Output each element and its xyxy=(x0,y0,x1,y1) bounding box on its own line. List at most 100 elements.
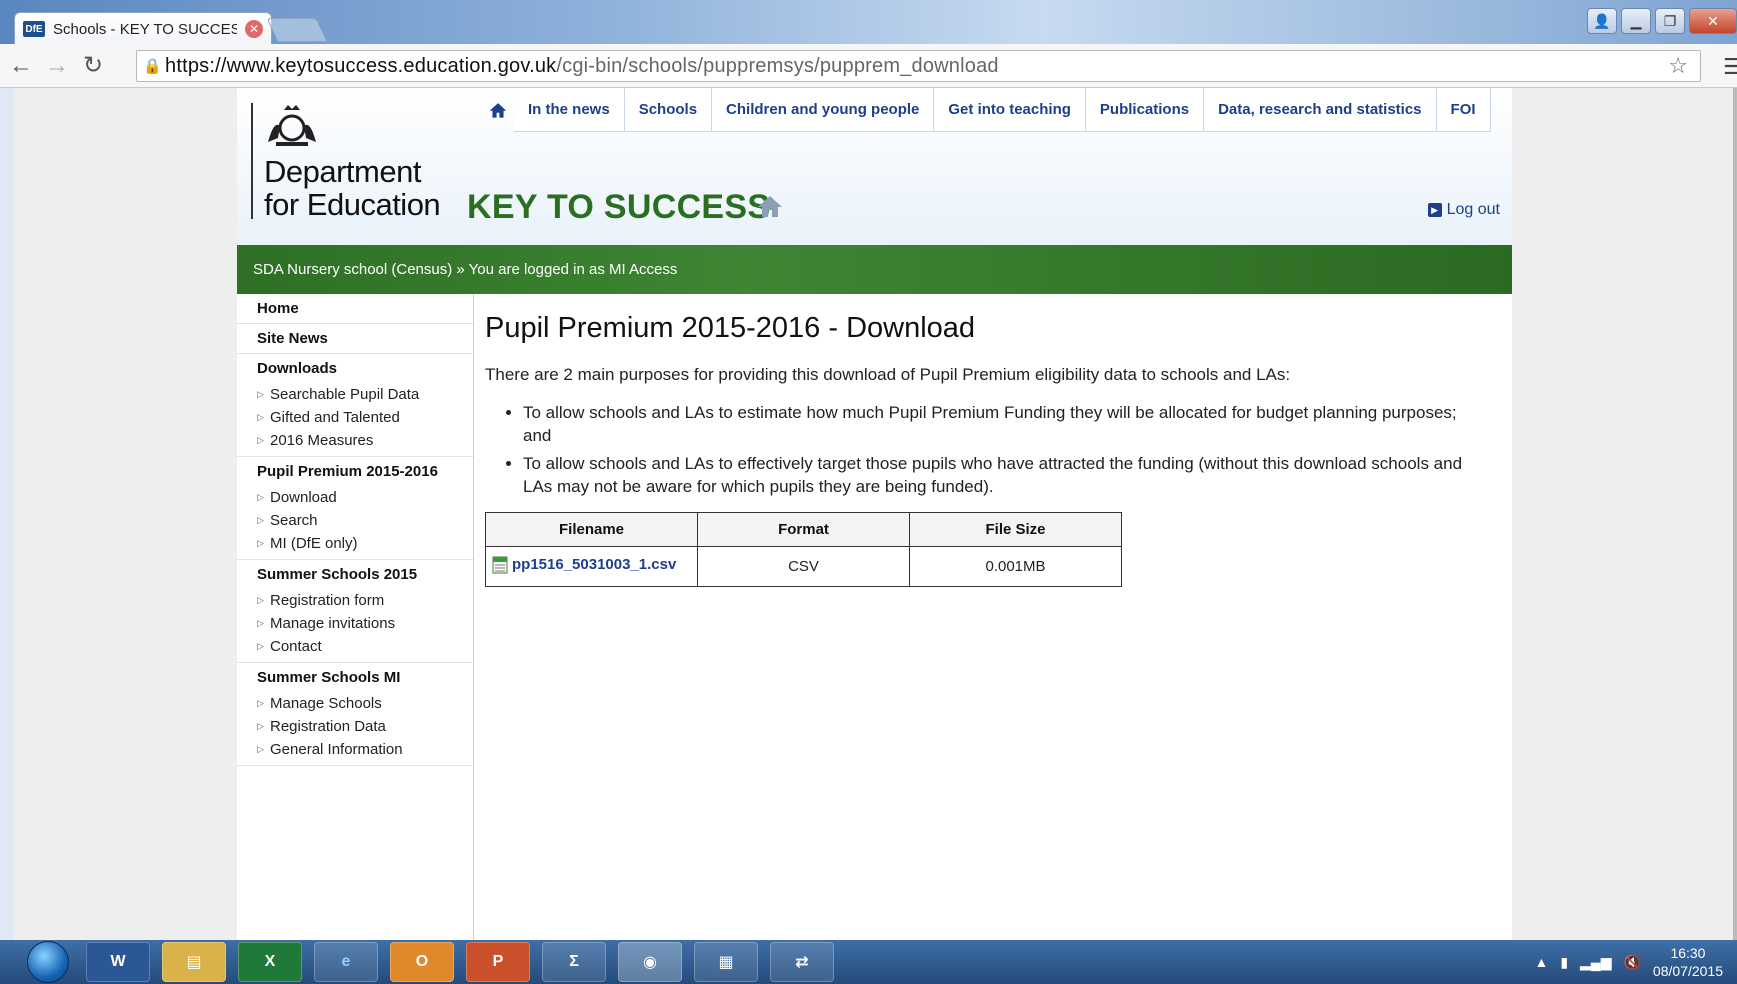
sidebar-item-2016-measures[interactable]: ▷ 2016 Measures xyxy=(237,429,473,452)
url-host: https://www.keytosuccess.education.gov.u… xyxy=(165,54,557,77)
nav-foi[interactable]: FOI xyxy=(1436,88,1491,132)
remote-app-icon[interactable]: ▦ xyxy=(694,942,758,982)
internet-explorer-icon[interactable]: e xyxy=(314,942,378,982)
sidebar-item-label: 2016 Measures xyxy=(270,432,374,449)
close-window-icon[interactable]: ✕ xyxy=(1689,8,1737,34)
dept-line-1: Department xyxy=(264,154,421,189)
nav-children-young-people[interactable]: Children and young people xyxy=(712,88,935,132)
triangle-right-icon: ▷ xyxy=(257,538,264,548)
minimize-icon[interactable]: ▁ xyxy=(1621,8,1651,34)
tab-title: Schools - KEY TO SUCCES xyxy=(53,20,237,38)
list-item: To allow schools and LAs to effectively … xyxy=(523,452,1485,498)
sidebar: Home Site News Downloads ▷ Searchable Pup… xyxy=(237,294,474,940)
crest-divider xyxy=(251,103,253,219)
purposes-list: To allow schools and LAs to estimate how… xyxy=(485,401,1485,498)
menu-icon[interactable]: ☰ xyxy=(1723,54,1737,80)
url-input[interactable]: 🔒 https://www.keytosuccess.education.gov… xyxy=(136,50,1701,82)
site-title[interactable]: KEY TO SUCCESS xyxy=(467,188,770,227)
user-profile-icon[interactable]: 👤 xyxy=(1587,8,1617,34)
page-title: Pupil Premium 2015-2016 - Download xyxy=(485,312,976,344)
sidebar-item-home[interactable]: Home xyxy=(237,294,473,324)
word-icon[interactable]: W xyxy=(86,942,150,982)
nav-get-into-teaching[interactable]: Get into teaching xyxy=(934,88,1086,132)
chrome-icon[interactable]: ◉ xyxy=(618,942,682,982)
start-button[interactable] xyxy=(22,940,74,984)
site-header: Department for Education KEY TO SUCCESS … xyxy=(237,88,1512,245)
scrollbar[interactable] xyxy=(1733,88,1737,940)
sidebar-item-gifted-talented[interactable]: ▷ Gifted and Talented xyxy=(237,406,473,429)
outlook-icon[interactable]: O xyxy=(390,942,454,982)
forward-arrow-icon[interactable]: → xyxy=(42,51,72,81)
triangle-right-icon: ▷ xyxy=(257,698,264,708)
sidebar-heading-downloads[interactable]: Downloads xyxy=(237,354,473,383)
window-controls: 👤 ▁ ❐ ✕ xyxy=(1587,8,1737,34)
royal-crest-icon xyxy=(268,105,316,146)
clock-date: 08/07/2015 xyxy=(1652,963,1723,979)
triangle-right-icon: ▷ xyxy=(257,492,264,502)
new-tab-button[interactable] xyxy=(266,18,328,42)
triangle-right-icon: ▷ xyxy=(257,744,264,754)
triangle-right-icon: ▷ xyxy=(257,595,264,605)
header-file-size: File Size xyxy=(909,512,1122,547)
sidebar-item-search[interactable]: ▷ Search xyxy=(237,509,473,532)
logout-label: Log out xyxy=(1446,201,1500,218)
home-icon[interactable] xyxy=(757,194,783,218)
sidebar-item-searchable-pupil-data[interactable]: ▷ Searchable Pupil Data xyxy=(237,383,473,406)
sync-app-icon[interactable]: ⇄ xyxy=(770,942,834,982)
power-icon[interactable]: ▮ xyxy=(1560,954,1568,971)
maximize-icon[interactable]: ❐ xyxy=(1655,8,1685,34)
sidebar-heading-summer-schools[interactable]: Summer Schools 2015 xyxy=(237,560,473,589)
csv-file-icon xyxy=(492,556,508,573)
sidebar-item-general-information[interactable]: ▷ General Information xyxy=(237,738,473,761)
clock-time: 16:30 xyxy=(1670,945,1706,961)
show-hidden-icons-icon[interactable]: ▲ xyxy=(1534,954,1548,970)
sidebar-heading-pupil-premium[interactable]: Pupil Premium 2015-2016 xyxy=(237,457,473,486)
triangle-right-icon: ▷ xyxy=(257,618,264,628)
dfe-favicon-icon: DfE xyxy=(23,21,45,37)
url-text: https://www.keytosuccess.education.gov.u… xyxy=(165,55,999,78)
nav-publications[interactable]: Publications xyxy=(1085,88,1205,132)
nav-schools[interactable]: Schools xyxy=(624,88,713,132)
file-explorer-icon[interactable]: ▤ xyxy=(162,942,226,982)
login-status-bar: SDA Nursery school (Census) » You are lo… xyxy=(237,245,1512,294)
nav-data-research-statistics[interactable]: Data, research and statistics xyxy=(1204,88,1437,132)
sidebar-item-download[interactable]: ▷ Download xyxy=(237,486,473,509)
clock[interactable]: 16:30 08/07/2015 xyxy=(1653,944,1723,980)
triangle-right-icon: ▷ xyxy=(257,435,264,445)
nav-in-the-news[interactable]: In the news xyxy=(514,88,625,132)
file-size-cell: 0.001MB xyxy=(909,546,1122,587)
volume-muted-icon[interactable]: 🔇 xyxy=(1623,954,1640,971)
system-tray: ▲ ▮ ▂▄▆ 🔇 16:30 08/07/2015 xyxy=(1534,940,1737,984)
back-arrow-icon[interactable]: ← xyxy=(6,51,36,81)
header-filename: Filename xyxy=(485,512,698,547)
close-tab-icon[interactable]: ✕ xyxy=(245,20,263,38)
powerpoint-icon[interactable]: P xyxy=(466,942,530,982)
bookmark-star-icon[interactable]: ☆ xyxy=(1668,53,1688,79)
sidebar-item-manage-schools[interactable]: ▷ Manage Schools xyxy=(237,692,473,715)
sidebar-item-contact[interactable]: ▷ Contact xyxy=(237,635,473,658)
table-row: pp1516_5031003_1.csv CSV 0.001MB xyxy=(485,546,1122,587)
csv-download-link[interactable]: pp1516_5031003_1.csv xyxy=(492,556,676,574)
excel-icon[interactable]: X xyxy=(238,942,302,982)
url-path: /cgi-bin/schools/puppremsys/pupprem_down… xyxy=(556,54,999,77)
logout-link[interactable]: ▶ Log out xyxy=(1427,201,1500,219)
network-signal-icon[interactable]: ▂▄▆ xyxy=(1580,954,1611,971)
header-format: Format xyxy=(697,512,910,547)
sidebar-item-manage-invitations[interactable]: ▷ Manage invitations xyxy=(237,612,473,635)
main-content: Pupil Premium 2015-2016 - Download There… xyxy=(485,294,1485,587)
browser-chrome: DfE Schools - KEY TO SUCCES ✕ 👤 ▁ ❐ ✕ ← … xyxy=(0,0,1737,88)
sigma-app-icon[interactable]: Σ xyxy=(542,942,606,982)
department-name[interactable]: Department for Education xyxy=(264,154,441,221)
sidebar-item-registration-form[interactable]: ▷ Registration form xyxy=(237,589,473,612)
nav-home-icon[interactable] xyxy=(482,88,514,132)
reload-icon[interactable]: ↻ xyxy=(78,51,108,81)
page-container: Department for Education KEY TO SUCCESS … xyxy=(237,88,1512,940)
home-icon xyxy=(489,103,507,118)
sidebar-item-registration-data[interactable]: ▷ Registration Data xyxy=(237,715,473,738)
triangle-right-icon: ▷ xyxy=(257,412,264,422)
sidebar-heading-summer-schools-mi[interactable]: Summer Schools MI xyxy=(237,663,473,692)
filename-cell: pp1516_5031003_1.csv xyxy=(485,546,698,587)
sidebar-item-site-news[interactable]: Site News xyxy=(237,324,473,354)
sidebar-item-mi-dfe-only[interactable]: ▷ MI (DfE only) xyxy=(237,532,473,555)
browser-tab[interactable]: DfE Schools - KEY TO SUCCES ✕ xyxy=(14,12,272,45)
